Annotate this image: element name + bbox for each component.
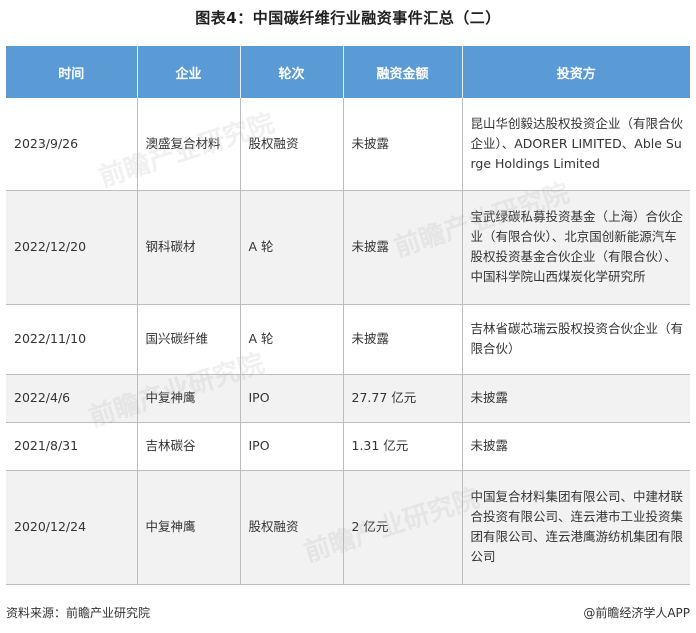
cell-investors: 中国复合材料集团有限公司、中建材联合投资有限公司、连云港市工业投资集团有限公司、…	[462, 470, 690, 585]
header-round: 轮次	[240, 46, 344, 98]
cell-investors: 宝武绿碳私募投资基金（上海）合伙企业（有限合伙）、北京国创新能源汽车股权投资基金…	[462, 190, 690, 305]
header-time: 时间	[6, 46, 138, 98]
cell-time: 2020/12/24	[6, 470, 138, 585]
cell-round: A 轮	[240, 304, 344, 375]
table-row: 2022/11/10 国兴碳纤维 A 轮 未披露 吉林省碳芯瑞云股权投资合伙企业…	[6, 304, 690, 375]
cell-round: A 轮	[240, 190, 344, 305]
cell-company: 国兴碳纤维	[137, 304, 241, 375]
cell-company: 吉林碳谷	[137, 422, 241, 471]
page-title: 图表4：中国碳纤维行业融资事件汇总（二）	[195, 9, 501, 27]
cell-investors: 未披露	[462, 374, 690, 423]
cell-investors: 吉林省碳芯瑞云股权投资合伙企业（有限合伙）	[462, 304, 690, 375]
cell-company: 钢科碳材	[137, 190, 241, 305]
cell-round: IPO	[240, 422, 344, 471]
cell-investors: 昆山华创毅达股权投资企业（有限合伙企业）、ADORER LIMITED、Able…	[462, 98, 690, 191]
cell-amount: 1.31 亿元	[343, 422, 463, 471]
cell-round: 股权融资	[240, 98, 344, 191]
cell-company: 中复神鹰	[137, 470, 241, 585]
cell-time: 2022/11/10	[6, 304, 138, 375]
cell-amount: 未披露	[343, 304, 463, 375]
cell-time: 2022/12/20	[6, 190, 138, 305]
table-row: 2022/4/6 中复神鹰 IPO 27.77 亿元 未披露	[6, 374, 690, 423]
cell-amount: 未披露	[343, 190, 463, 305]
cell-investors: 未披露	[462, 422, 690, 471]
header-investors: 投资方	[462, 46, 690, 98]
table-row: 2020/12/24 中复神鹰 股权融资 2 亿元 中国复合材料集团有限公司、中…	[6, 470, 690, 585]
cell-company: 中复神鹰	[137, 374, 241, 423]
cell-amount: 2 亿元	[343, 470, 463, 585]
financing-events-table: 时间 企业 轮次 融资金额 投资方 2023/9/26 澳盛复合材料 股权融资 …	[6, 46, 690, 585]
brand-credit: @前瞻经济学人APP	[583, 606, 690, 620]
header-company: 企业	[137, 46, 241, 98]
cell-time: 2021/8/31	[6, 422, 138, 471]
cell-amount: 27.77 亿元	[343, 374, 463, 423]
header-amount: 融资金额	[343, 46, 463, 98]
cell-amount: 未披露	[343, 98, 463, 191]
cell-company: 澳盛复合材料	[137, 98, 241, 191]
table-row: 2022/12/20 钢科碳材 A 轮 未披露 宝武绿碳私募投资基金（上海）合伙…	[6, 190, 690, 305]
cell-time: 2023/9/26	[6, 98, 138, 191]
cell-time: 2022/4/6	[6, 374, 138, 423]
table-row: 2023/9/26 澳盛复合材料 股权融资 未披露 昆山华创毅达股权投资企业（有…	[6, 98, 690, 191]
table-row: 2021/8/31 吉林碳谷 IPO 1.31 亿元 未披露	[6, 422, 690, 471]
cell-round: 股权融资	[240, 470, 344, 585]
cell-round: IPO	[240, 374, 344, 423]
table-header-row: 时间 企业 轮次 融资金额 投资方	[6, 46, 690, 98]
source-note: 资料来源：前瞻产业研究院	[6, 606, 151, 620]
